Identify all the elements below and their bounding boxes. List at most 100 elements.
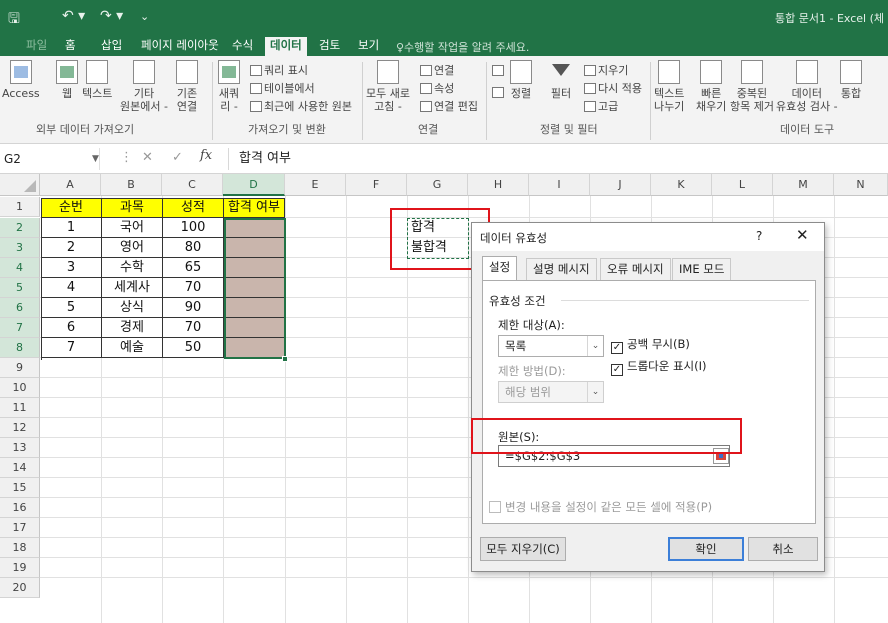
- table-cell[interactable]: 80: [163, 238, 224, 258]
- table-cell[interactable]: 세계사: [102, 278, 163, 298]
- table-cell[interactable]: 50: [163, 338, 224, 358]
- table-cell[interactable]: 65: [163, 258, 224, 278]
- table-cell[interactable]: 6: [41, 318, 102, 338]
- text-button[interactable]: 텍스트: [82, 60, 112, 100]
- column-header[interactable]: G: [407, 174, 468, 196]
- existing-connections-button[interactable]: 기존 연결: [176, 60, 198, 113]
- table-cell[interactable]: 100: [163, 218, 224, 238]
- collapse-dialog-icon[interactable]: [713, 448, 729, 464]
- table-cell[interactable]: [224, 238, 285, 258]
- enter-icon[interactable]: ✓: [172, 150, 183, 165]
- sort-az-button[interactable]: [492, 64, 506, 77]
- tab-insert[interactable]: 삽입: [96, 37, 127, 56]
- cell-a1[interactable]: 순번: [41, 198, 102, 218]
- column-header[interactable]: F: [346, 174, 407, 196]
- name-box[interactable]: G2 ▼: [0, 148, 100, 170]
- table-cell[interactable]: 수학: [102, 258, 163, 278]
- column-header[interactable]: A: [40, 174, 101, 196]
- table-cell[interactable]: 70: [163, 278, 224, 298]
- table-cell[interactable]: [224, 298, 285, 318]
- table-cell[interactable]: [224, 318, 285, 338]
- text-to-columns-button[interactable]: 텍스트 나누기: [654, 60, 684, 113]
- table-cell[interactable]: [224, 218, 285, 238]
- tab-file[interactable]: 파일: [21, 37, 52, 56]
- consolidate-button[interactable]: 통합: [840, 60, 862, 100]
- table-cell[interactable]: 예술: [102, 338, 163, 358]
- table-cell[interactable]: [224, 338, 285, 358]
- row-header[interactable]: 6: [0, 298, 40, 318]
- row-header[interactable]: 14: [0, 458, 40, 478]
- source-input[interactable]: =$G$2:$G$3: [498, 445, 730, 467]
- ignore-blank-checkbox[interactable]: ✓ 공백 무시(B): [611, 336, 690, 354]
- column-header[interactable]: B: [101, 174, 162, 196]
- row-header[interactable]: 15: [0, 478, 40, 498]
- cell-g2[interactable]: 합격: [411, 218, 435, 238]
- column-header[interactable]: H: [468, 174, 529, 196]
- cancel-icon[interactable]: ✕: [142, 150, 153, 165]
- tab-input-message[interactable]: 설명 메시지: [526, 258, 597, 280]
- table-cell[interactable]: 국어: [102, 218, 163, 238]
- column-header[interactable]: J: [590, 174, 651, 196]
- insert-function-icon[interactable]: fx: [200, 148, 212, 163]
- row-header[interactable]: 5: [0, 278, 40, 298]
- connections-button[interactable]: 연결: [420, 64, 454, 77]
- cell-g3[interactable]: 불합격: [411, 238, 447, 258]
- allow-select[interactable]: 목록 ⌄: [498, 335, 604, 357]
- properties-button[interactable]: 속성: [420, 82, 454, 95]
- formula-input[interactable]: 합격 여부: [228, 148, 291, 170]
- redo-icon[interactable]: ↷ ▾: [100, 8, 123, 24]
- reapply-button[interactable]: 다시 적용: [584, 82, 642, 95]
- tab-data[interactable]: 데이터: [265, 37, 307, 56]
- chevron-down-icon[interactable]: ▼: [92, 148, 99, 170]
- row-header[interactable]: 9: [0, 358, 40, 378]
- other-sources-button[interactable]: 기타 원본에서 -: [120, 60, 168, 113]
- row-header[interactable]: 18: [0, 538, 40, 558]
- column-header[interactable]: D: [223, 174, 285, 196]
- tab-settings[interactable]: 설정: [482, 256, 518, 281]
- row-header[interactable]: 7: [0, 318, 40, 338]
- table-cell[interactable]: [224, 278, 285, 298]
- undo-icon[interactable]: ↶ ▾: [62, 8, 85, 24]
- ok-button[interactable]: 확인: [668, 537, 744, 561]
- clear-all-button[interactable]: 모두 지우기(C): [480, 537, 566, 561]
- column-header[interactable]: E: [285, 174, 346, 196]
- row-header[interactable]: 13: [0, 438, 40, 458]
- table-cell[interactable]: 경제: [102, 318, 163, 338]
- cell-b1[interactable]: 과목: [102, 198, 163, 218]
- select-all-corner[interactable]: [0, 174, 40, 196]
- tab-formulas[interactable]: 수식: [227, 37, 258, 56]
- row-header[interactable]: 16: [0, 498, 40, 518]
- cell-c1[interactable]: 성적: [163, 198, 224, 218]
- row-header[interactable]: 19: [0, 558, 40, 578]
- web-button[interactable]: 웹: [56, 60, 78, 100]
- table-cell[interactable]: 3: [41, 258, 102, 278]
- refresh-all-button[interactable]: 모두 새로 고침 -: [366, 60, 410, 113]
- tab-ime-mode[interactable]: IME 모드: [672, 258, 732, 280]
- row-header[interactable]: 2: [0, 218, 40, 238]
- column-header[interactable]: I: [529, 174, 590, 196]
- row-header[interactable]: 11: [0, 398, 40, 418]
- table-cell[interactable]: 4: [41, 278, 102, 298]
- filter-button[interactable]: 필터: [550, 60, 572, 100]
- table-cell[interactable]: 7: [41, 338, 102, 358]
- table-cell[interactable]: 90: [163, 298, 224, 318]
- fill-handle[interactable]: [282, 356, 288, 362]
- remove-duplicates-button[interactable]: 중복된 항목 제거: [730, 60, 774, 113]
- table-cell[interactable]: 70: [163, 318, 224, 338]
- table-cell[interactable]: 상식: [102, 298, 163, 318]
- row-header[interactable]: 8: [0, 338, 40, 358]
- tab-error-alert[interactable]: 오류 메시지: [600, 258, 671, 280]
- column-header[interactable]: M: [773, 174, 834, 196]
- table-cell[interactable]: 1: [41, 218, 102, 238]
- in-cell-dropdown-checkbox[interactable]: ✓ 드롭다운 표시(I): [611, 358, 707, 376]
- show-queries-button[interactable]: 쿼리 표시: [250, 64, 308, 77]
- table-cell[interactable]: 영어: [102, 238, 163, 258]
- help-icon[interactable]: ?: [756, 229, 762, 243]
- row-header[interactable]: 12: [0, 418, 40, 438]
- flash-fill-button[interactable]: 빠른 채우기: [696, 60, 726, 113]
- save-icon[interactable]: 🖫: [8, 8, 20, 32]
- from-table-button[interactable]: 테이블에서: [250, 82, 315, 95]
- new-query-button[interactable]: 새쿼 리 -: [218, 60, 240, 113]
- row-header[interactable]: 20: [0, 578, 40, 598]
- tab-view[interactable]: 보기: [353, 37, 384, 56]
